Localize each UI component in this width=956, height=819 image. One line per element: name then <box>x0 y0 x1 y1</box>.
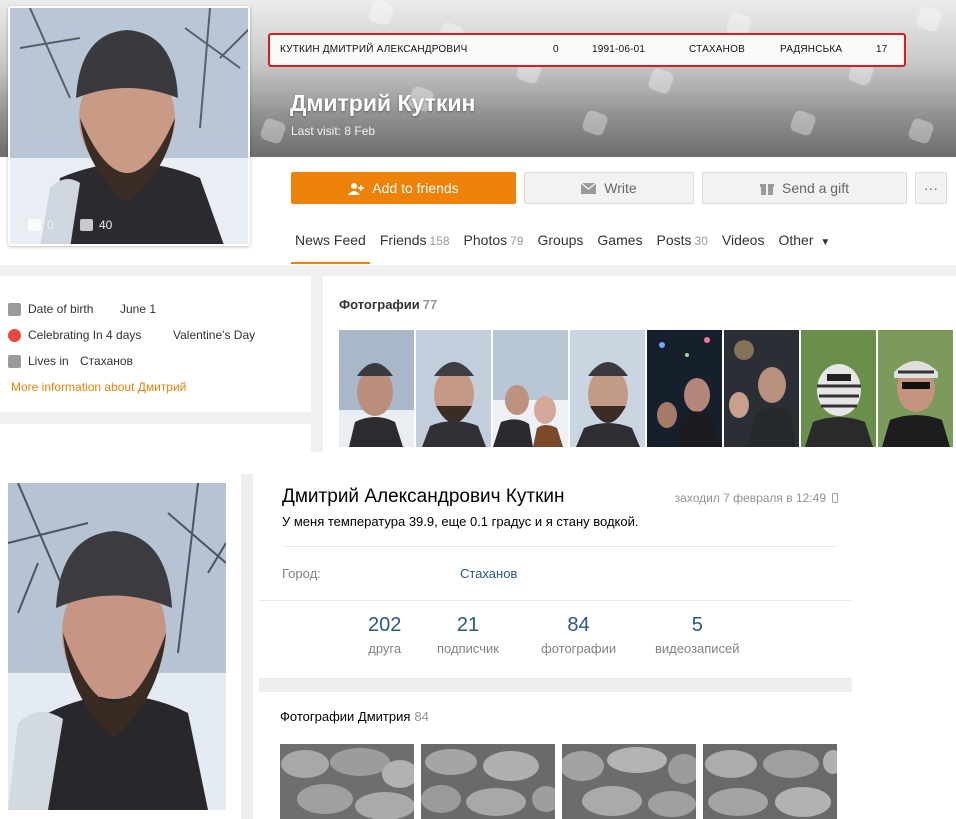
record-street: РАДЯНСЬКА <box>780 44 843 55</box>
divider <box>282 546 838 547</box>
lives-row: Lives in <box>8 354 69 368</box>
about-card: Date of birth June 1 Celebrating In 4 da… <box>0 276 311 412</box>
mobile-icon <box>832 493 838 503</box>
like-icon <box>80 219 93 231</box>
more-info-link[interactable]: More information about Дмитрий <box>11 380 186 394</box>
tab-friends[interactable]: Friends 158 <box>376 228 454 264</box>
photos-title[interactable]: Фотографии 77 <box>339 297 437 312</box>
calendar-icon <box>8 302 21 316</box>
vk-photos-title[interactable]: Фотографии Дмитрия 84 <box>280 709 429 724</box>
city-label: Город: <box>282 566 321 581</box>
divider <box>259 600 852 601</box>
status-text: У меня температура 39.9, еще 0.1 градус … <box>282 514 639 529</box>
avatar-likes[interactable]: 40 <box>80 218 112 232</box>
ok-profile-section: 0 40 КУТКИН ДМИТРИЙ АЛЕКСАНДРОВИЧ 0 1991… <box>0 0 956 452</box>
record-city: СТАХАНОВ <box>689 44 745 55</box>
tab-posts[interactable]: Posts 30 <box>653 228 712 264</box>
dob-value: June 1 <box>120 302 157 316</box>
column-gap <box>241 474 253 819</box>
photo-thumb[interactable] <box>647 330 722 447</box>
photo-thumb[interactable] <box>416 330 491 447</box>
left-card <box>0 424 311 452</box>
celebrating-value: Valentine's Day <box>173 328 256 342</box>
tab-videos[interactable]: Videos <box>718 228 769 264</box>
record-dob: 1991-06-01 <box>592 44 646 55</box>
lives-value: Стаханов <box>80 354 133 368</box>
vk-profile-name: Дмитрий Александрович Куткин <box>282 486 565 507</box>
vk-photos-card: Фотографии Дмитрия 84 <box>259 692 852 819</box>
avatar-photo <box>8 483 226 810</box>
last-seen: заходил 7 февраля в 12:49 <box>675 491 838 505</box>
add-to-friends-button[interactable]: Add to friends <box>291 172 516 204</box>
vk-profile-section: Дмитрий Александрович Куткин заходил 7 ф… <box>0 452 956 819</box>
photo-thumb[interactable] <box>339 330 414 447</box>
photo-thumb[interactable] <box>493 330 568 447</box>
photo-thumb[interactable] <box>801 330 876 447</box>
photo-thumb[interactable] <box>878 330 953 447</box>
write-button[interactable]: Write <box>524 172 694 204</box>
tab-groups[interactable]: Groups <box>533 228 587 264</box>
avatar-comments[interactable]: 0 <box>28 218 54 232</box>
vk-info-card: Дмитрий Александрович Куткин заходил 7 ф… <box>259 474 852 679</box>
photo-thumb[interactable] <box>703 744 837 819</box>
profile-name: Дмитрий Куткин <box>290 90 476 116</box>
record-field: 0 <box>553 44 559 55</box>
photo-thumb[interactable] <box>570 330 645 447</box>
city-link[interactable]: Стаханов <box>460 566 517 581</box>
stat-photos[interactable]: 84 фотографии <box>541 614 616 656</box>
avatar-photo <box>10 8 248 244</box>
record-full-name: КУТКИН ДМИТРИЙ АЛЕКСАНДРОВИЧ <box>280 44 468 55</box>
photo-thumb[interactable] <box>724 330 799 447</box>
photos-card: Фотографии 77 <box>323 276 956 452</box>
stat-followers[interactable]: 21 подписчик <box>437 614 499 656</box>
envelope-icon <box>581 182 597 194</box>
stat-videos[interactable]: 5 видеозаписей <box>655 614 740 656</box>
photo-thumb[interactable] <box>562 744 696 819</box>
photo-thumb[interactable] <box>421 744 555 819</box>
record-house: 17 <box>876 44 888 55</box>
last-visit: Last visit: 8 Feb <box>291 124 376 138</box>
tab-games[interactable]: Games <box>593 228 646 264</box>
add-user-icon <box>348 182 365 195</box>
comment-icon <box>28 219 41 231</box>
highlighted-record: КУТКИН ДМИТРИЙ АЛЕКСАНДРОВИЧ 0 1991-06-0… <box>268 33 906 67</box>
celebrating-row: Celebrating In 4 days <box>8 328 141 342</box>
stat-friends[interactable]: 202 друга <box>368 614 401 656</box>
home-icon <box>8 354 21 368</box>
chevron-down-icon: ▼ <box>820 237 831 248</box>
tab-other[interactable]: Other ▼ <box>774 228 834 264</box>
photo-thumb[interactable] <box>280 744 414 819</box>
dob-row: Date of birth <box>8 302 93 316</box>
gift-icon <box>760 184 775 195</box>
tab-news-feed[interactable]: News Feed <box>291 228 370 264</box>
balloon-icon <box>8 328 21 342</box>
profile-tabs: News Feed Friends 158 Photos 79 Groups Gam… <box>291 228 840 264</box>
more-actions-button[interactable]: ··· <box>915 172 947 204</box>
card-gap <box>259 679 852 692</box>
tab-photos[interactable]: Photos 79 <box>460 228 528 264</box>
send-gift-button[interactable]: Send a gift <box>702 172 907 204</box>
vk-profile-avatar[interactable] <box>8 483 226 810</box>
profile-avatar[interactable]: 0 40 <box>8 6 250 246</box>
